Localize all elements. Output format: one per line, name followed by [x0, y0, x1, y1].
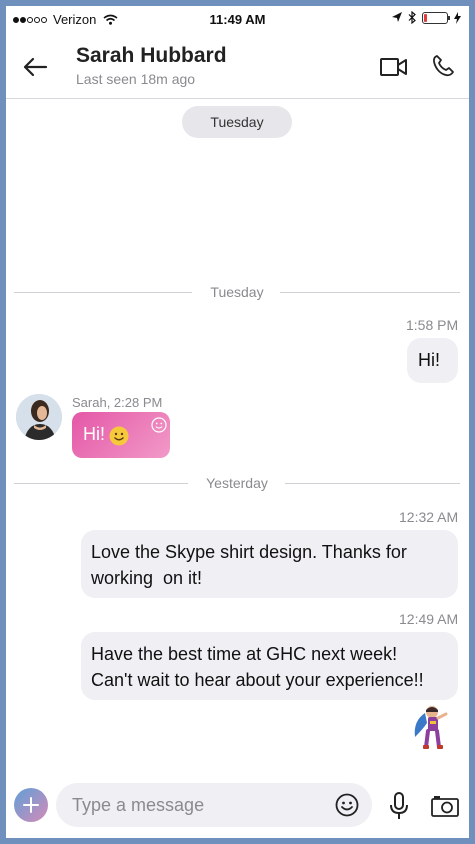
- message-time: 1:58 PM: [406, 317, 459, 333]
- plus-icon: [23, 797, 39, 813]
- emoji-icon[interactable]: [335, 793, 359, 817]
- conversation-header: Sarah Hubbard Last seen 18m ago: [6, 32, 469, 99]
- message-input-box[interactable]: [56, 783, 372, 827]
- message-bubble[interactable]: Hi!: [407, 338, 458, 383]
- add-reaction-icon[interactable]: [151, 417, 167, 433]
- message-text-line: Can't wait to hear about your experience…: [91, 670, 424, 690]
- date-divider: Tuesday: [14, 282, 460, 302]
- last-seen-status: Last seen 18m ago: [76, 71, 196, 87]
- avatar-photo: [16, 394, 62, 440]
- chat-screen: Verizon 11:49 AM Sarah Hubbard Last seen…: [6, 6, 469, 838]
- message-bubble[interactable]: Have the best time at GHC next week! Can…: [81, 632, 458, 700]
- smile-emoji-icon: [109, 426, 129, 446]
- status-icons: [392, 11, 461, 24]
- status-bar: Verizon 11:49 AM: [6, 6, 469, 32]
- message-text: Hi!: [418, 350, 440, 370]
- date-divider: Yesterday: [14, 473, 460, 493]
- message-input[interactable]: [72, 783, 322, 827]
- message-bubble-incoming[interactable]: Hi!: [72, 412, 170, 458]
- location-icon: [392, 12, 402, 22]
- microphone-icon[interactable]: [388, 792, 410, 820]
- message-text-line: Love the Skype shirt design. Thanks for: [91, 542, 407, 562]
- bluetooth-icon: [408, 11, 416, 24]
- back-arrow-icon[interactable]: [20, 52, 50, 82]
- sender-label: Sarah, 2:28 PM: [72, 395, 163, 410]
- phone-call-icon[interactable]: [431, 54, 455, 78]
- charging-icon: [454, 11, 461, 24]
- superhero-sticker[interactable]: [411, 703, 453, 751]
- contact-name[interactable]: Sarah Hubbard: [76, 44, 227, 68]
- avatar[interactable]: [16, 394, 62, 440]
- message-bubble[interactable]: Love the Skype shirt design. Thanks for …: [81, 530, 458, 598]
- video-call-icon[interactable]: [380, 56, 408, 78]
- message-time: 12:49 AM: [399, 611, 459, 627]
- date-pill: Tuesday: [182, 106, 292, 138]
- message-text: Hi!: [83, 424, 105, 444]
- message-text-line: working on it!: [91, 568, 203, 588]
- message-time: 12:32 AM: [399, 509, 459, 525]
- add-button[interactable]: [14, 788, 48, 822]
- camera-icon[interactable]: [431, 795, 459, 817]
- battery-icon: [422, 11, 450, 24]
- message-text-line: Have the best time at GHC next week!: [91, 644, 398, 664]
